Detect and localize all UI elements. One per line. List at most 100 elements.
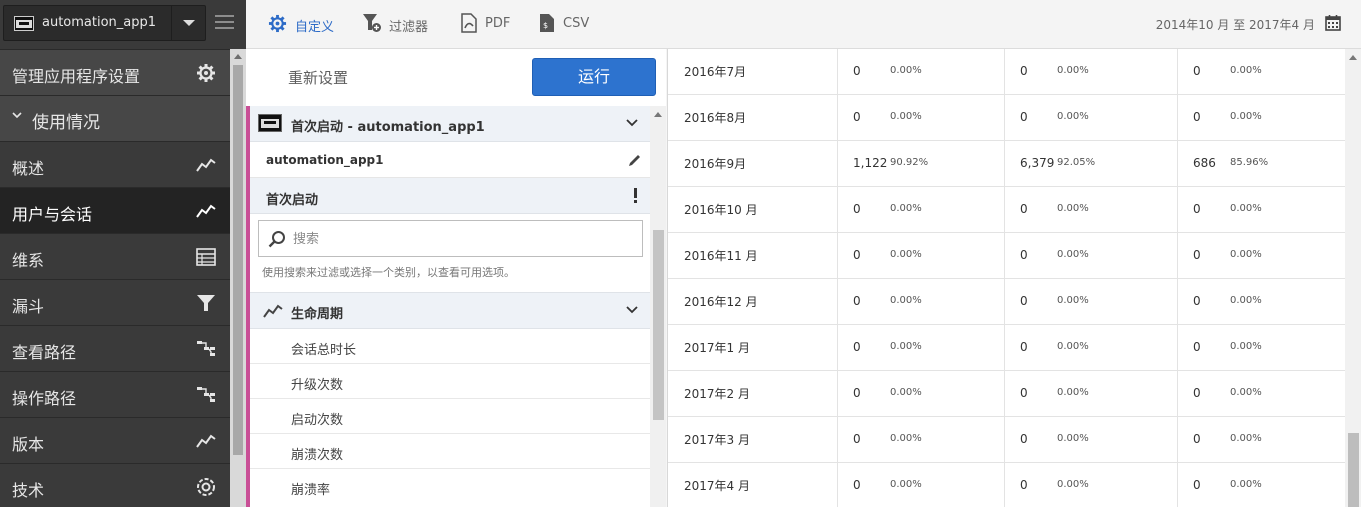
scrollbar-thumb[interactable] [1348, 433, 1359, 507]
chevron-down-icon[interactable] [626, 119, 638, 127]
metric-percent: 0.00% [1230, 295, 1262, 306]
metric-cell: 0 0.00% [1005, 325, 1178, 371]
metric-cell: 0 0.00% [838, 371, 1005, 417]
sidebar-item-view-paths[interactable]: 查看路径 [0, 325, 230, 371]
table-scrollbar[interactable] [1345, 49, 1361, 507]
table-row: 2016年10 月 0 0.00% 0 0.00% 0 0.00% [668, 187, 1346, 233]
metric-value: 0 [1193, 432, 1201, 446]
month-cell: 2016年12 月 [668, 279, 838, 325]
chevron-down-icon[interactable] [626, 306, 638, 314]
metric-cell: 0 0.00% [838, 187, 1005, 233]
search-hint: 使用搜索来过滤或选择一个类别，以查看可用选项。 [262, 266, 515, 279]
metric-value: 0 [853, 478, 861, 492]
selected-metric-row[interactable]: 首次启动 [250, 178, 650, 214]
panel-scrollbar[interactable] [650, 106, 666, 507]
sidebar-item-action-paths[interactable]: 操作路径 [0, 371, 230, 417]
list-item-label: 崩溃次数 [291, 448, 344, 463]
toolbar: 自定义 过滤器 PDF $ CSV 2014年10 月 至 2017年4 月 [246, 0, 1361, 49]
metric-cell: 0 0.00% [1178, 279, 1346, 325]
month-cell: 2017年2 月 [668, 371, 838, 417]
metric-value: 0 [1020, 110, 1028, 124]
metric-value: 0 [1193, 478, 1201, 492]
scrollbar-thumb[interactable] [233, 65, 243, 455]
metric-value: 0 [853, 110, 861, 124]
dropdown-toggle[interactable] [171, 6, 205, 40]
list-item[interactable]: 升级次数 [250, 364, 650, 399]
metric-value: 0 [1020, 386, 1028, 400]
sidebar-item-usage[interactable]: 使用情况 [0, 95, 230, 141]
metric-value: 0 [853, 340, 861, 354]
metric-cell: 0 0.00% [1178, 371, 1346, 417]
pencil-icon[interactable] [628, 153, 642, 167]
search-field[interactable] [258, 220, 643, 257]
sidebar-item-label: 操作路径 [12, 389, 77, 408]
list-item-label: 启动次数 [291, 413, 344, 428]
metric-value: 686 [1193, 156, 1216, 170]
list-item[interactable]: 崩溃率 [250, 469, 650, 504]
sidebar-item-retention[interactable]: 维系 [0, 233, 230, 279]
report-suite-row[interactable]: automation_app1 [250, 142, 650, 178]
metric-value: 0 [1193, 64, 1201, 78]
app-selector-dropdown[interactable]: automation_app1 [3, 5, 206, 41]
month-label: 2016年8月 [684, 111, 747, 125]
month-cell: 2017年4 月 [668, 463, 838, 507]
metric-percent: 0.00% [1057, 433, 1089, 444]
list-item[interactable]: 启动次数 [250, 399, 650, 434]
hamburger-menu-icon[interactable] [215, 15, 234, 29]
report-header-row[interactable]: 首次启动 - automation_app1 [250, 106, 650, 142]
sidebar-item-versions[interactable]: 版本 [0, 417, 230, 463]
metric-percent: 0.00% [1230, 433, 1262, 444]
search-input[interactable] [293, 229, 623, 249]
info-icon[interactable] [634, 188, 638, 204]
list-item[interactable]: 崩溃次数 [250, 434, 650, 469]
month-label: 2017年2 月 [684, 387, 750, 401]
metric-value: 0 [1193, 248, 1201, 262]
sidebar-item-manage-app-settings[interactable]: 管理应用程序设置 [0, 49, 230, 95]
month-cell: 2017年3 月 [668, 417, 838, 463]
metric-cell: 0 0.00% [838, 325, 1005, 371]
sidebar-item-funnel[interactable]: 漏斗 [0, 279, 230, 325]
trend-icon [196, 204, 216, 218]
metric-percent: 92.05% [1057, 157, 1096, 168]
metric-percent: 0.00% [890, 295, 922, 306]
metric-percent: 0.00% [1057, 479, 1089, 490]
sidebar-item-label: 查看路径 [12, 343, 77, 362]
month-cell: 2016年11 月 [668, 233, 838, 279]
gear-icon [268, 14, 287, 33]
metric-value: 0 [1020, 248, 1028, 262]
reset-button[interactable]: 重新设置 [288, 67, 348, 88]
metric-cell: 0 0.00% [838, 95, 1005, 141]
sidebar-scrollbar[interactable] [230, 49, 246, 507]
sidebar-item-overview[interactable]: 概述 [0, 141, 230, 187]
scroll-up-icon[interactable] [234, 54, 242, 59]
date-range-label[interactable]: 2014年10 月 至 2017年4 月 [1156, 16, 1315, 33]
trend-icon [196, 158, 216, 172]
metric-percent: 0.00% [1057, 65, 1089, 76]
run-button[interactable]: 运行 [532, 58, 656, 96]
metric-value: 0 [1020, 432, 1028, 446]
sidebar-item-label: 漏斗 [12, 297, 45, 316]
scrollbar-thumb[interactable] [653, 230, 664, 420]
table-row: 2016年8月 0 0.00% 0 0.00% 0 0.00% [668, 95, 1346, 141]
trend-icon [263, 304, 283, 318]
scroll-up-icon[interactable] [1349, 55, 1357, 60]
metric-percent: 0.00% [1057, 249, 1089, 260]
sidebar-item-technology[interactable]: 技术 [0, 463, 230, 507]
category-lifecycle-row[interactable]: 生命周期 [250, 292, 650, 329]
metric-cell: 0 0.00% [1005, 233, 1178, 279]
scroll-up-icon[interactable] [654, 112, 662, 117]
sidebar-item-users-sessions[interactable]: 用户与会话 [0, 187, 230, 233]
list-item[interactable]: 会话总时长 [250, 329, 650, 364]
app-logo-icon [14, 16, 34, 31]
metric-cell: 0 0.00% [1178, 95, 1346, 141]
filter-add-icon [363, 14, 381, 32]
metric-cell: 0 0.00% [838, 49, 1005, 95]
category-label: 生命周期 [291, 307, 344, 322]
calendar-icon[interactable] [1325, 14, 1341, 31]
gear-icon [197, 64, 215, 82]
metric-percent: 0.00% [890, 433, 922, 444]
metric-percent: 0.00% [890, 65, 922, 76]
metric-value: 0 [853, 294, 861, 308]
metric-percent: 0.00% [890, 387, 922, 398]
month-label: 2016年7月 [684, 65, 747, 79]
